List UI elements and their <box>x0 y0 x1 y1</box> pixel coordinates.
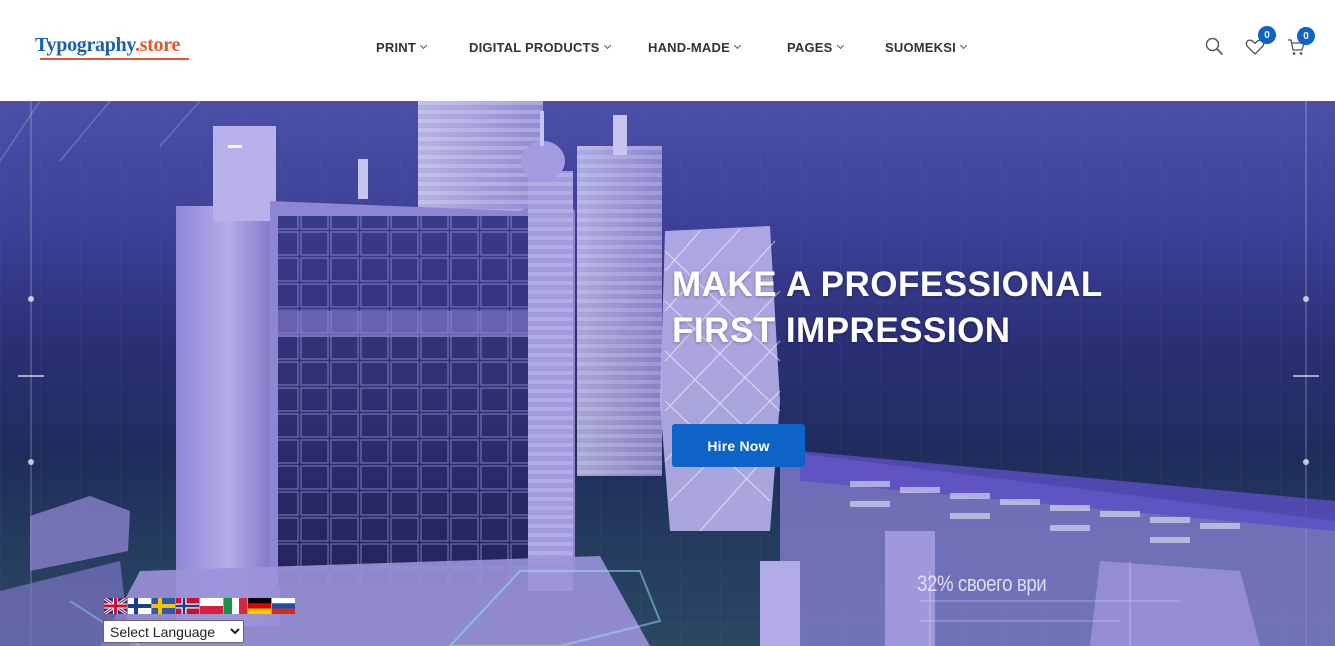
video-caption: 32% своего ври <box>917 571 1047 596</box>
nav-item-print[interactable]: PRINT <box>376 40 428 55</box>
nav-item-pages[interactable]: PAGES <box>787 40 844 55</box>
chevron-down-icon <box>419 41 428 50</box>
hero-background-image <box>0 101 1335 646</box>
chevron-down-icon <box>836 41 844 50</box>
hero-headline-line2: FIRST IMPRESSION <box>672 311 1011 350</box>
wishlist-count-badge: 0 <box>1258 26 1276 44</box>
hero-headline: MAKE A PROFESSIONAL FIRST IMPRESSION <box>672 262 1103 354</box>
cart-button[interactable]: 0 <box>1286 27 1315 58</box>
hero-headline-line1: MAKE A PROFESSIONAL <box>672 265 1103 304</box>
flag-sv-icon[interactable] <box>152 598 175 614</box>
language-select[interactable]: Select Language <box>103 620 244 643</box>
nav-item-label: HAND-MADE <box>648 40 730 55</box>
nav-item-label: SUOMEKSI <box>885 40 956 55</box>
hero-banner: MAKE A PROFESSIONAL FIRST IMPRESSION Hir… <box>0 101 1335 646</box>
logo-text-domain: .store <box>135 34 181 56</box>
flag-no-icon[interactable] <box>176 598 199 614</box>
flag-de-icon[interactable] <box>248 598 271 614</box>
flag-fi-icon[interactable] <box>128 598 151 614</box>
site-logo[interactable]: Typography.store <box>35 34 180 57</box>
flag-ru-icon[interactable] <box>272 598 295 614</box>
wishlist-button[interactable]: 0 <box>1244 26 1276 58</box>
flag-en-icon[interactable] <box>104 598 127 614</box>
nav-item-digital-products[interactable]: DIGITAL PRODUCTS <box>469 40 611 55</box>
logo-underline <box>40 58 189 60</box>
flag-pl-icon[interactable] <box>200 598 223 614</box>
nav-item-label: PAGES <box>787 40 833 55</box>
cart-count-badge: 0 <box>1297 27 1315 45</box>
search-button[interactable] <box>1204 36 1226 58</box>
chevron-down-icon <box>733 41 742 50</box>
logo-text-main: Typography <box>35 34 135 56</box>
hire-now-button[interactable]: Hire Now <box>672 424 805 467</box>
nav-item-label: DIGITAL PRODUCTS <box>469 40 600 55</box>
nav-item-hand-made[interactable]: HAND-MADE <box>648 40 742 55</box>
flag-it-icon[interactable] <box>224 598 247 614</box>
nav-item-suomeksi[interactable]: SUOMEKSI <box>885 40 967 55</box>
language-flags <box>104 598 295 614</box>
chevron-down-icon <box>959 41 967 50</box>
site-header: Typography.store PRINT DIGITAL PRODUCTS … <box>0 0 1335 101</box>
nav-item-label: PRINT <box>376 40 416 55</box>
chevron-down-icon <box>603 41 611 50</box>
search-icon <box>1205 37 1223 55</box>
